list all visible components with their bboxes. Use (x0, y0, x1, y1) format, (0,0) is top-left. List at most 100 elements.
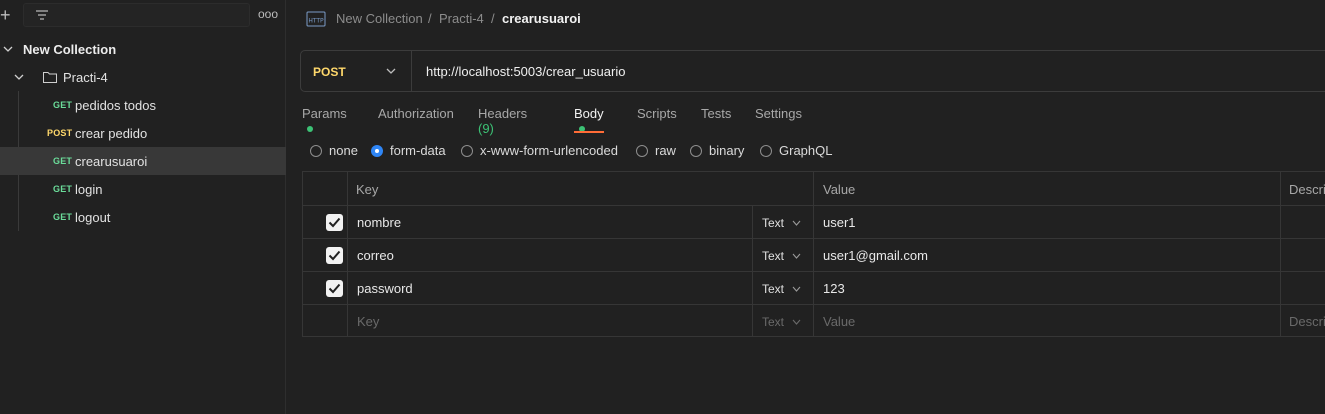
method-badge: GET (53, 212, 73, 222)
tab-label: Settings (755, 106, 802, 121)
key-cell[interactable]: correo (357, 239, 394, 272)
radio-icon (760, 144, 772, 157)
tab-count: (9) (478, 121, 494, 136)
form-data-table: Key Value Descri nombre Text user1 corre… (302, 171, 1325, 337)
radio-icon (690, 144, 702, 157)
tab-body[interactable]: Body (574, 106, 604, 133)
table-row: correo Text user1@gmail.com (303, 239, 1325, 272)
chevron-down-icon (792, 286, 801, 292)
tab-headers[interactable]: Headers (9) (478, 106, 528, 136)
table-header: Key Value Descri (303, 172, 1325, 206)
sidebar-toolbar: + ooo (0, 0, 286, 30)
table-row: nombre Text user1 (303, 206, 1325, 239)
tab-authorization[interactable]: Authorization (378, 106, 454, 132)
request-item[interactable]: GET logout (0, 203, 286, 231)
request-name: pedidos todos (75, 97, 156, 113)
key-cell[interactable]: nombre (357, 206, 401, 239)
request-name: login (75, 181, 103, 197)
breadcrumb-folder[interactable]: Practi-4 (439, 11, 484, 26)
radio-graphql[interactable]: GraphQL (760, 143, 832, 158)
type-select[interactable]: Text (762, 272, 801, 305)
chevron-down-icon (792, 220, 801, 226)
type-select[interactable]: Text (762, 239, 801, 272)
radio-x-www-form-urlencoded[interactable]: x-www-form-urlencoded (461, 143, 618, 158)
radio-raw[interactable]: raw (636, 143, 676, 158)
method-badge: GET (53, 100, 73, 110)
column-header-value: Value (823, 181, 856, 197)
type-label: Text (762, 215, 785, 230)
request-item[interactable]: GET login (0, 175, 286, 203)
tab-label: Params (302, 106, 347, 121)
type-label: Text (762, 281, 785, 296)
add-icon[interactable]: + (0, 6, 14, 24)
breadcrumb-separator: / (491, 11, 495, 26)
value-cell[interactable]: 123 (823, 272, 845, 305)
http-icon: HTTP (306, 11, 326, 27)
type-select[interactable]: Text (762, 305, 801, 338)
breadcrumb-separator: / (428, 11, 432, 26)
type-label: Text (762, 248, 785, 263)
folder-name: Practi-4 (63, 69, 108, 85)
folder-row[interactable]: Practi-4 (0, 63, 286, 91)
value-cell[interactable]: user1@gmail.com (823, 239, 928, 272)
method-badge: GET (53, 156, 73, 166)
checkmark-icon (328, 250, 341, 261)
tab-scripts[interactable]: Scripts (637, 106, 677, 132)
indicator-dot (307, 125, 313, 132)
request-name: crearusuaroi (75, 153, 148, 169)
method-badge: POST (47, 128, 73, 138)
column-header-description: Descri (1289, 181, 1325, 197)
breadcrumb-request[interactable]: crearusuaroi (502, 11, 581, 26)
key-cell[interactable]: password (357, 272, 413, 305)
row-checkbox[interactable] (326, 214, 343, 231)
chevron-down-icon[interactable] (3, 44, 13, 54)
request-item-active[interactable]: GET crearusuaroi (0, 147, 286, 175)
svg-text:HTTP: HTTP (308, 18, 324, 25)
radio-form-data[interactable]: form-data (371, 143, 446, 158)
radio-label: none (329, 143, 358, 158)
value-placeholder[interactable]: Value (823, 305, 855, 338)
request-name: logout (75, 209, 111, 225)
column-header-key: Key (356, 181, 379, 197)
radio-binary[interactable]: binary (690, 143, 744, 158)
radio-none[interactable]: none (310, 143, 358, 158)
radio-selected-icon (371, 144, 383, 157)
description-placeholder[interactable]: Descri (1289, 305, 1325, 338)
type-select[interactable]: Text (762, 206, 801, 239)
method-badge: GET (53, 184, 73, 194)
method-select[interactable]: POST (301, 51, 412, 91)
method-label: POST (313, 65, 346, 79)
row-checkbox[interactable] (326, 280, 343, 297)
folder-icon (43, 72, 57, 83)
tab-settings[interactable]: Settings (755, 106, 802, 132)
radio-label: binary (709, 143, 745, 158)
radio-icon (461, 144, 473, 157)
tab-label: Tests (701, 106, 732, 121)
request-item[interactable]: POST crear pedido (0, 119, 286, 147)
checkmark-icon (328, 217, 341, 228)
tab-label: Body (574, 106, 604, 121)
url-input[interactable]: http://localhost:5003/crear_usuario (426, 64, 625, 79)
request-item[interactable]: GET pedidos todos (0, 91, 286, 119)
more-options-icon[interactable]: ooo (258, 7, 278, 21)
tab-params[interactable]: Params (302, 106, 347, 132)
filter-input[interactable] (23, 3, 250, 27)
radio-label: raw (655, 143, 676, 158)
radio-label: GraphQL (779, 143, 833, 158)
chevron-down-icon (792, 319, 801, 325)
tab-label: Headers (478, 106, 528, 121)
chevron-down-icon[interactable] (14, 72, 24, 82)
key-placeholder[interactable]: Key (357, 305, 379, 338)
filter-icon (36, 10, 48, 20)
radio-label: x-www-form-urlencoded (480, 143, 618, 158)
collection-name: New Collection (23, 41, 117, 57)
breadcrumb-collection[interactable]: New Collection (336, 11, 423, 26)
request-editor: HTTP New Collection / Practi-4 / crearus… (287, 0, 1325, 414)
tab-label: Authorization (378, 106, 454, 121)
radio-label: form-data (390, 143, 446, 158)
collection-row[interactable]: New Collection (0, 35, 286, 63)
chevron-down-icon (792, 253, 801, 259)
tab-tests[interactable]: Tests (701, 106, 731, 132)
value-cell[interactable]: user1 (823, 206, 856, 239)
row-checkbox[interactable] (326, 247, 343, 264)
